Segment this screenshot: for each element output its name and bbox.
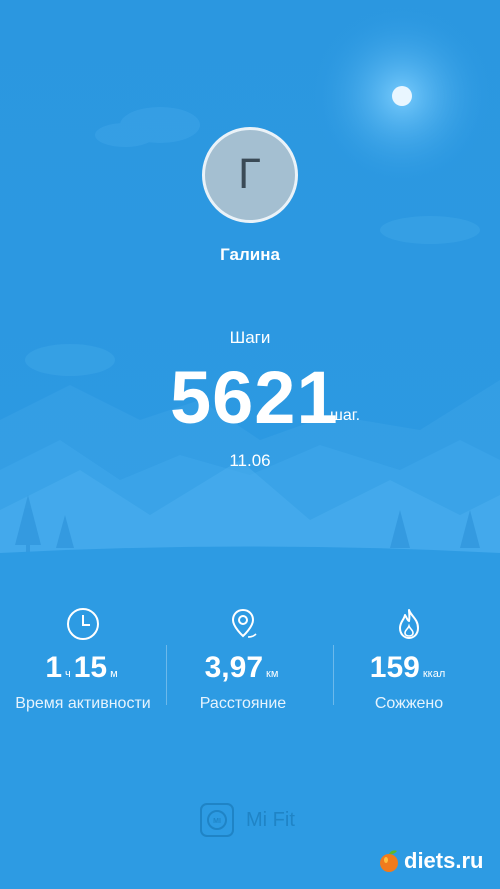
calories-value: 159 bbox=[369, 651, 420, 684]
steps-count[interactable]: 5621 bbox=[170, 355, 339, 440]
stat-calories[interactable]: 159 ккал Сожжено bbox=[326, 607, 492, 713]
distance-unit: км bbox=[266, 668, 279, 680]
activity-time-label: Время активности bbox=[15, 695, 151, 712]
steps-label: Шаги bbox=[229, 328, 271, 347]
distance-value: 3,97 bbox=[204, 651, 263, 684]
sun bbox=[392, 86, 412, 106]
svg-text:MI: MI bbox=[213, 818, 221, 825]
steps-unit: шаг. bbox=[330, 407, 361, 424]
calories-unit: ккал bbox=[422, 668, 446, 680]
fruit-logo-icon bbox=[380, 850, 398, 872]
location-pin-icon bbox=[231, 608, 257, 638]
watermark-text: diets.ru bbox=[404, 848, 484, 873]
avatar[interactable]: Г bbox=[202, 127, 298, 223]
activity-hours-unit: ч bbox=[65, 668, 71, 680]
calories-label: Сожжено bbox=[374, 695, 444, 712]
diets-watermark: diets.ru bbox=[378, 848, 483, 874]
ground bbox=[0, 546, 500, 889]
mi-fit-brand: MI Mi Fit bbox=[200, 803, 295, 837]
mi-fit-name: Mi Fit bbox=[246, 808, 295, 831]
clock-icon bbox=[67, 608, 99, 640]
calories-value-row: 159 ккал bbox=[326, 651, 492, 685]
stat-distance[interactable]: 3,97 км Расстояние bbox=[160, 607, 326, 713]
activity-minutes-unit: м bbox=[110, 668, 118, 680]
distance-value-row: 3,97 км bbox=[160, 651, 326, 685]
stat-activity-time[interactable]: 1 ч 15 м Время активности bbox=[0, 607, 166, 713]
distance-label: Расстояние bbox=[199, 695, 287, 712]
activity-hours: 1 bbox=[45, 651, 62, 684]
activity-minutes: 15 bbox=[73, 651, 108, 684]
user-name: Галина bbox=[220, 245, 280, 264]
activity-time-value: 1 ч 15 м bbox=[0, 651, 166, 685]
avatar-letter: Г bbox=[237, 152, 263, 198]
steps-date: 11.06 bbox=[229, 451, 271, 470]
mi-fit-screen: Г Галина Шаги 5621 шаг. 11.06 1 ч 15 м Врем… bbox=[0, 0, 500, 889]
flame-icon bbox=[399, 609, 419, 639]
mi-fit-logo-icon: MI bbox=[200, 803, 234, 837]
